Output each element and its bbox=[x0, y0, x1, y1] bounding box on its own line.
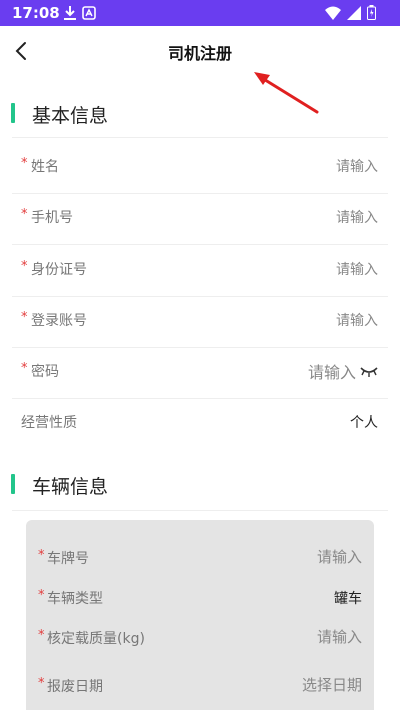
field-label: 报废日期 bbox=[47, 679, 103, 695]
field-label: 车牌号 bbox=[47, 551, 89, 567]
field-vehicle-type[interactable]: * 车辆类型 罐车 bbox=[26, 576, 374, 618]
required-mark: * bbox=[21, 361, 28, 376]
section-accent-bar bbox=[11, 474, 15, 494]
required-mark: * bbox=[38, 548, 45, 563]
field-placeholder: 请输入 bbox=[316, 628, 362, 646]
field-date-picker: 选择日期 bbox=[301, 676, 362, 694]
field-phone[interactable]: * 手机号 请输入 bbox=[0, 193, 400, 243]
field-label: 车辆类型 bbox=[47, 591, 103, 607]
download-icon bbox=[64, 5, 76, 24]
section-title-basic: 基本信息 bbox=[32, 105, 109, 127]
vehicle-card: * 车牌号 请输入 * 车辆类型 罐车 * 核定载质量(kg) 请输入 * 报废… bbox=[26, 520, 374, 710]
field-placeholder: 请输入 bbox=[316, 548, 362, 566]
eye-closed-icon[interactable] bbox=[360, 365, 378, 377]
status-right-icons bbox=[325, 5, 376, 24]
page-title: 司机注册 bbox=[167, 44, 232, 63]
field-placeholder: 请输入 bbox=[336, 262, 378, 278]
field-placeholder: 请输入 bbox=[336, 313, 378, 329]
required-mark: * bbox=[21, 207, 28, 222]
field-rated-load[interactable]: * 核定载质量(kg) 请输入 bbox=[26, 616, 374, 658]
status-left-icons bbox=[64, 5, 96, 24]
field-label: 经营性质 bbox=[21, 415, 77, 431]
section-header-vehicle: 车辆信息 bbox=[0, 470, 400, 500]
field-value: 个人 bbox=[350, 415, 378, 431]
signal-icon bbox=[347, 5, 361, 24]
required-mark: * bbox=[38, 588, 45, 603]
required-mark: * bbox=[21, 259, 28, 274]
field-label: 手机号 bbox=[31, 210, 73, 226]
field-label: 姓名 bbox=[31, 159, 59, 175]
field-placeholder: 请输入 bbox=[307, 363, 356, 382]
field-business-type[interactable]: 经营性质 个人 bbox=[0, 398, 400, 448]
field-placeholder: 请输入 bbox=[336, 159, 378, 175]
field-login-account[interactable]: * 登录账号 请输入 bbox=[0, 296, 400, 346]
section-header-basic: 基本信息 bbox=[0, 99, 400, 129]
divider bbox=[12, 137, 388, 138]
field-name[interactable]: * 姓名 请输入 bbox=[0, 142, 400, 192]
section-title-vehicle: 车辆信息 bbox=[32, 476, 109, 498]
field-plate-number[interactable]: * 车牌号 请输入 bbox=[26, 536, 374, 578]
field-label: 登录账号 bbox=[31, 313, 87, 329]
battery-icon bbox=[367, 5, 376, 24]
status-bar: 17:08 bbox=[0, 0, 400, 26]
field-password[interactable]: * 密码 请输入 bbox=[0, 347, 400, 397]
field-label: 核定载质量(kg) bbox=[47, 631, 145, 647]
field-label: 身份证号 bbox=[31, 262, 87, 278]
required-mark: * bbox=[38, 628, 45, 643]
divider bbox=[12, 510, 388, 511]
field-label: 密码 bbox=[31, 364, 59, 380]
field-scrap-date[interactable]: * 报废日期 选择日期 bbox=[26, 664, 374, 706]
required-mark: * bbox=[38, 676, 45, 691]
field-placeholder: 请输入 bbox=[336, 210, 378, 226]
app-notification-icon bbox=[82, 5, 96, 24]
wifi-icon bbox=[325, 5, 341, 24]
field-value: 罐车 bbox=[334, 591, 362, 607]
section-accent-bar bbox=[11, 103, 15, 123]
status-time: 17:08 bbox=[12, 4, 60, 22]
field-id-number[interactable]: * 身份证号 请输入 bbox=[0, 245, 400, 295]
required-mark: * bbox=[21, 310, 28, 325]
required-mark: * bbox=[21, 156, 28, 171]
nav-bar: 司机注册 bbox=[0, 26, 400, 76]
